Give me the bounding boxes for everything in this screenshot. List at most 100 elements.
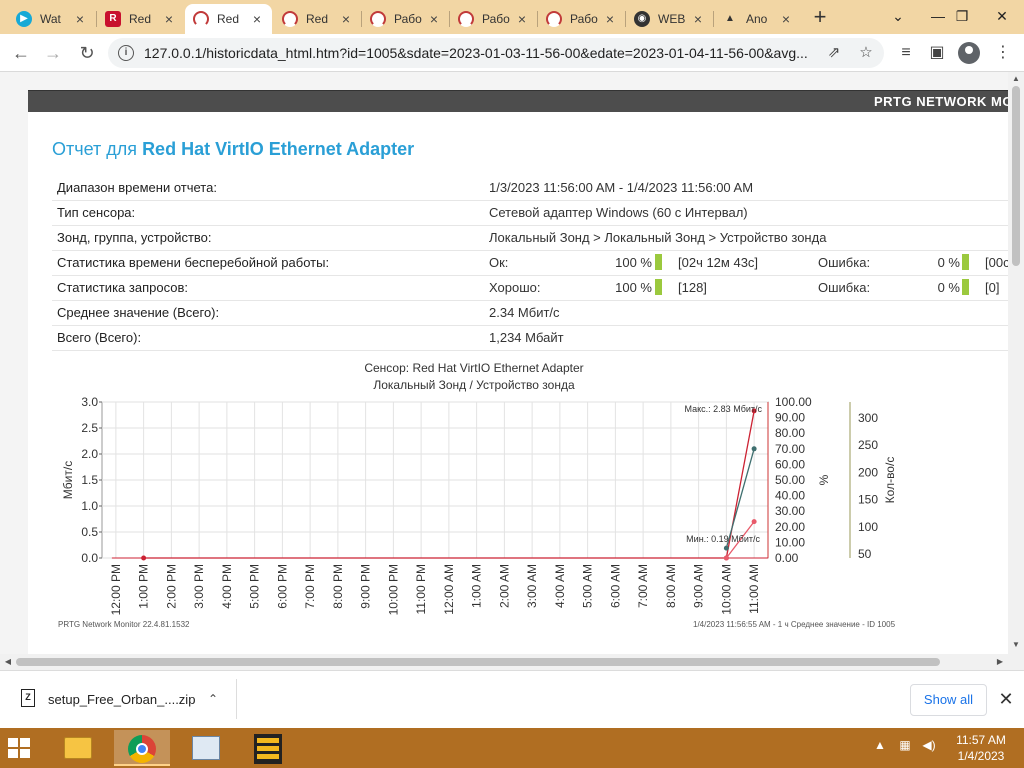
prtg-gauge-icon [193,11,209,27]
share-icon[interactable]: ⇗ [824,43,844,63]
y-tick-label-right-count: 150 [858,493,878,507]
show-all-downloads-button[interactable]: Show all [910,684,987,716]
tab-title: Red [129,12,152,26]
tab-title: WEB [658,12,686,26]
archive-app-icon[interactable] [240,730,296,766]
browser-toolbar: ← → ↻ i 127.0.0.1/historicdata_html.htm?… [0,34,1024,72]
forward-button[interactable]: → [40,40,66,66]
x-tick-label: 2:00 PM [164,564,178,609]
address-bar[interactable]: i 127.0.0.1/historicdata_html.htm?id=100… [108,38,884,68]
traffic-chart: 0.0 0.5 1.0 1.5 2.0 2.5 3.0 Мбит/с 0.00 10.0020.0… [61,395,897,615]
windows-start-icon[interactable] [8,738,30,758]
restore-button[interactable]: ❐ [940,3,984,29]
chevron-up-icon[interactable]: ⌃ [203,689,223,709]
taskbar-clock[interactable]: 11:57 AM 1/4/2023 [946,732,1016,764]
close-tab-icon[interactable]: × [779,11,793,27]
tab-title: Wat [40,12,61,26]
profile-avatar-icon[interactable] [958,42,980,64]
prtg-monitor-icon[interactable] [178,730,234,766]
close-tab-icon[interactable]: × [603,11,617,27]
close-tab-icon[interactable]: × [162,11,176,27]
y-tick-label-right-pct: 100.00 [775,395,812,409]
tab-strip: ▶ Wat × R Red × Red × Red × Рабо × Рабо … [0,0,1024,34]
reading-list-icon[interactable]: ≡ [893,40,919,66]
browser-tab-active[interactable]: Red × [185,4,272,34]
close-download-bar-icon[interactable]: ✕ [994,687,1018,711]
file-explorer-icon[interactable] [50,730,106,766]
close-window-button[interactable]: ✕ [980,3,1024,29]
network-icon[interactable]: ▦ [896,738,914,752]
browser-tab[interactable]: Red × [274,4,361,34]
menu-kebab-icon[interactable]: ⋮ [990,40,1016,66]
x-tick-label: 6:00 AM [608,564,622,608]
vertical-scrollbar[interactable]: ▲ ▼ [1008,72,1024,654]
close-tab-icon[interactable]: × [691,11,705,27]
tray-chevron-up-icon[interactable]: ▲ [872,738,888,752]
url-text[interactable]: 127.0.0.1/historicdata_html.htm?id=1005&… [144,45,824,61]
close-tab-icon[interactable]: × [427,11,441,27]
y-tick-label-left: 0.5 [81,525,98,539]
volume-icon[interactable]: ◀) [920,738,938,752]
chart-footer-version: PRTG Network Monitor 22.4.81.1532 [58,620,190,629]
max-annotation: Макс.: 2.83 Мбит/с [685,404,763,414]
back-button[interactable]: ← [8,40,34,66]
x-tick-label: 10:00 AM [719,564,733,615]
x-tick-label: 7:00 PM [303,564,317,609]
y-tick-label-right-pct: 80.00 [775,426,805,440]
bookmark-star-icon[interactable]: ☆ [856,43,876,63]
chrome-taskbar-icon[interactable] [114,730,170,766]
redhat-icon: R [105,11,121,27]
water-icon: ▶ [16,11,32,27]
browser-tab[interactable]: Рабо × [538,4,625,34]
close-tab-icon[interactable]: × [515,11,529,27]
chart-footer-info: 1/4/2023 11:56:55 AM - 1 ч Среднее значе… [693,620,896,629]
download-item-name[interactable]: setup_Free_Orban_....zip [48,692,195,707]
horizontal-scrollbar[interactable]: ◀ ▶ [0,654,1024,670]
series-point-1 [723,545,729,551]
x-tick-label: 10:00 PM [386,564,400,615]
tab-title: Ano [746,12,768,26]
close-tab-icon[interactable]: × [73,11,87,27]
y-tick-label-right-count: 300 [858,411,878,425]
browser-tab[interactable]: ▶ Wat × [8,4,95,34]
y-tick-label-left: 1.0 [81,499,98,513]
close-tab-icon[interactable]: × [339,11,353,27]
report-page: PRTG NETWORK MO Отчет для Red Hat VirtIO… [28,90,1008,654]
reload-button[interactable]: ↻ [74,40,100,66]
site-info-icon[interactable]: i [118,45,134,61]
scroll-up-arrow-icon[interactable]: ▲ [1008,72,1024,86]
browser-tab[interactable]: ▲ Ano × [714,4,801,34]
close-tab-icon[interactable]: × [250,11,264,27]
browser-tab[interactable]: ◉ WEB × [626,4,713,34]
y-tick-label-right-count: 200 [858,465,878,479]
clock-date: 1/4/2023 [957,749,1005,763]
vertical-scroll-thumb[interactable] [1012,86,1020,266]
scroll-left-arrow-icon[interactable]: ◀ [0,654,16,670]
browser-tab[interactable]: Рабо × [362,4,449,34]
y-tick-label-left: 3.0 [81,395,98,409]
y-tick-label-right-pct: 70.00 [775,442,805,456]
horizontal-scroll-thumb[interactable] [16,658,940,666]
browser-tab[interactable]: Рабо × [450,4,537,34]
y-tick-label-right-pct: 60.00 [775,457,805,471]
scroll-down-arrow-icon[interactable]: ▼ [1008,638,1024,652]
y-axis-label-right-count: Кол-во/с [883,457,897,504]
x-tick-label: 6:00 PM [275,564,289,609]
browser-tab[interactable]: R Red × [97,4,184,34]
x-tick-label: 1:00 PM [137,564,151,609]
x-tick-label: 5:00 PM [248,564,262,609]
y-tick-label-right-count: 250 [858,438,878,452]
series-point-0 [141,555,147,561]
eye-icon: ◉ [634,11,650,27]
tab-search-chevron-icon[interactable]: ⌄ [876,3,920,29]
y-tick-label-right-pct: 0.00 [775,551,799,565]
x-tick-label: 4:00 PM [220,564,234,609]
x-tick-label: 8:00 AM [664,564,678,608]
min-annotation: Мин.: 0.19 Мбит/с [686,534,760,544]
x-tick-label: 3:00 PM [192,564,206,609]
side-panel-icon[interactable]: ▣ [924,40,950,66]
scroll-right-arrow-icon[interactable]: ▶ [992,654,1008,670]
series-point-1 [751,446,757,452]
y-tick-label-right-pct: 20.00 [775,520,805,534]
new-tab-button[interactable]: + [806,6,834,30]
